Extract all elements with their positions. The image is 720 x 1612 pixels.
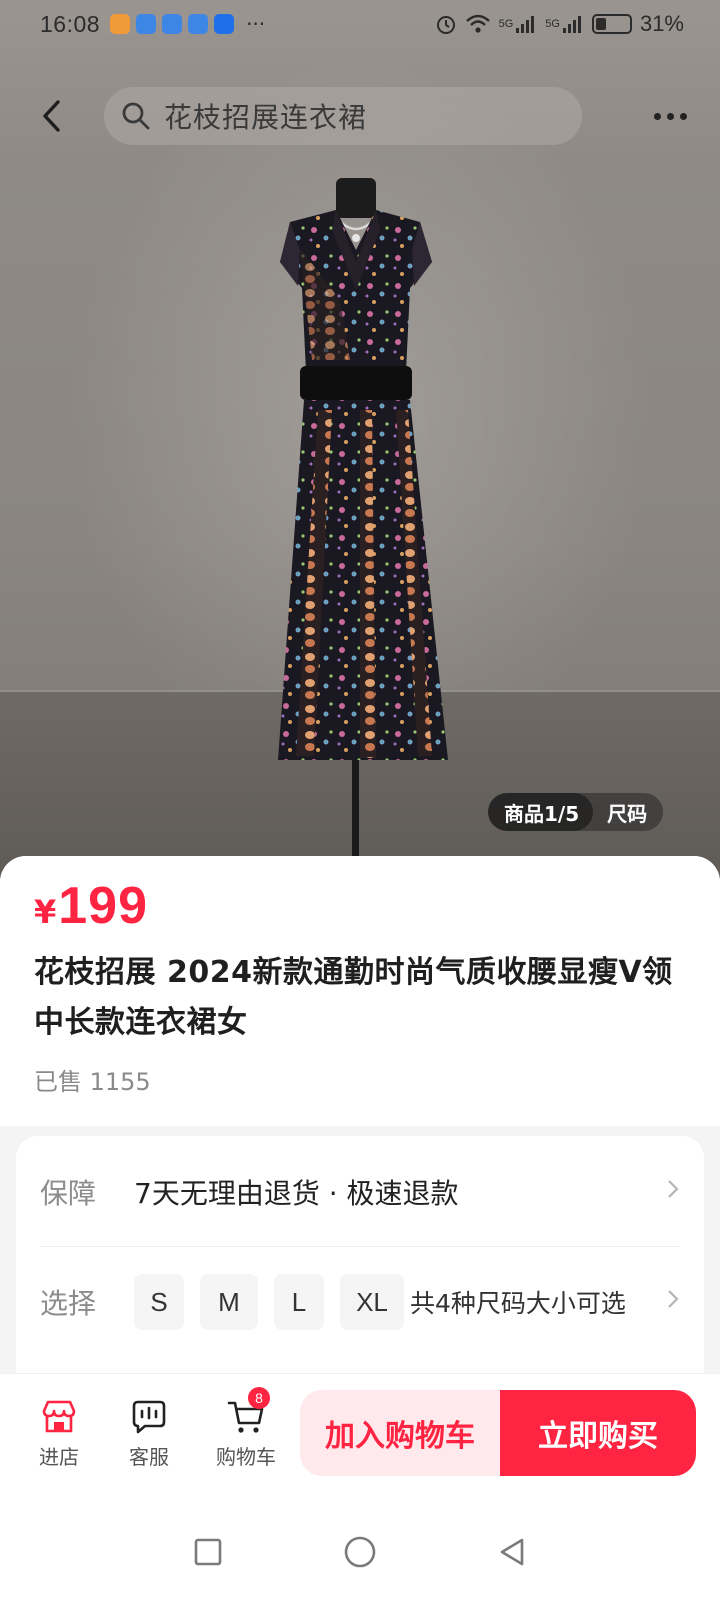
signal-icon: [562, 16, 581, 33]
product-price: ¥ 199: [34, 876, 686, 936]
store-button[interactable]: 进店: [14, 1397, 104, 1470]
network-type-label: 5G: [545, 18, 560, 30]
currency-symbol: ¥: [34, 893, 57, 931]
status-more-icon: ···: [246, 12, 266, 36]
top-navigation: 花枝招展连衣裙: [0, 78, 720, 154]
sold-count: 已售 1155: [34, 1068, 151, 1096]
product-summary: ¥ 199 花枝招展 2024新款通勤时尚气质收腰显瘦V领中长款连衣裙女 已售 …: [0, 856, 720, 1126]
buy-now-button[interactable]: 立即购买: [500, 1390, 696, 1476]
wifi-icon: [465, 14, 490, 33]
chat-icon: [132, 1400, 166, 1433]
purchase-button-group: 加入购物车 立即购买: [300, 1390, 696, 1476]
back-triangle-icon[interactable]: [496, 1536, 528, 1568]
store-icon: [42, 1400, 76, 1432]
search-query-text: 花枝招展连衣裙: [164, 101, 368, 134]
notification-app-icon: [162, 14, 183, 34]
size-option-l[interactable]: L: [274, 1274, 324, 1330]
spec-card: 保障 7天无理由退货 · 极速退款 选择 S M L XL 共4种尺码大小可选: [16, 1136, 704, 1396]
cart-button[interactable]: 8 购物车: [194, 1386, 298, 1470]
price-value: 199: [58, 877, 149, 935]
search-input[interactable]: 花枝招展连衣裙: [104, 87, 582, 145]
cart-count-badge: 8: [248, 1386, 270, 1409]
size-chart-tab[interactable]: 尺码: [593, 798, 663, 827]
image-counter-tab[interactable]: 商品1/5: [488, 793, 594, 831]
bottom-action-bar: 进店 客服 8 购物车 加入购物车 立即购买: [0, 1374, 720, 1492]
size-summary: 共4种尺码大小可选: [410, 1289, 626, 1318]
size-option-xl[interactable]: XL: [340, 1274, 404, 1330]
battery-percentage: 31%: [639, 11, 684, 36]
guarantee-value: 7天无理由退货 · 极速退款: [134, 1177, 459, 1210]
recent-apps-icon[interactable]: [192, 1536, 224, 1568]
cart-label: 购物车: [216, 1444, 276, 1469]
more-dot-icon: [653, 112, 661, 120]
store-label: 进店: [39, 1444, 79, 1469]
more-dot-icon: [679, 112, 687, 120]
battery-icon: [591, 14, 632, 34]
service-label: 客服: [129, 1444, 169, 1469]
system-navigation-bar: [0, 1492, 720, 1612]
customer-service-button[interactable]: 客服: [104, 1397, 194, 1470]
gallery-tabs: 商品1/5 尺码: [488, 793, 664, 831]
back-arrow-icon: [43, 100, 60, 132]
select-label: 选择: [40, 1287, 97, 1320]
more-options-button[interactable]: [620, 78, 720, 154]
notification-app-icon: [214, 14, 235, 34]
search-icon: [122, 102, 150, 130]
network-type-label: 5G: [498, 18, 514, 30]
product-title: 花枝招展 2024新款通勤时尚气质收腰显瘦V领中长款连衣裙女: [34, 955, 673, 1040]
divider: [40, 1246, 680, 1247]
back-button[interactable]: [0, 78, 104, 154]
size-option-s[interactable]: S: [134, 1274, 184, 1330]
notification-app-icon: [110, 14, 131, 34]
chevron-right-icon: [666, 1177, 680, 1207]
size-option-m[interactable]: M: [200, 1274, 258, 1330]
guarantee-row[interactable]: 保障 7天无理由退货 · 极速退款: [40, 1162, 680, 1222]
home-icon[interactable]: [342, 1534, 378, 1570]
status-bar: 16:08 ··· 5G 5G 31%: [0, 0, 720, 48]
more-dot-icon: [666, 112, 674, 120]
alarm-icon: [436, 16, 455, 34]
status-system-icons: 5G 5G 31%: [435, 11, 684, 37]
size-select-row[interactable]: 选择 S M L XL 共4种尺码大小可选: [40, 1270, 680, 1334]
notification-app-icon: [188, 14, 209, 34]
signal-icon: [516, 16, 535, 33]
guarantee-label: 保障: [40, 1177, 97, 1210]
chevron-right-icon: [666, 1287, 680, 1317]
notification-app-icon: [136, 14, 157, 34]
add-to-cart-button[interactable]: 加入购物车: [300, 1390, 500, 1476]
status-notification-icons: ···: [110, 12, 265, 36]
status-time: 16:08: [40, 10, 101, 37]
